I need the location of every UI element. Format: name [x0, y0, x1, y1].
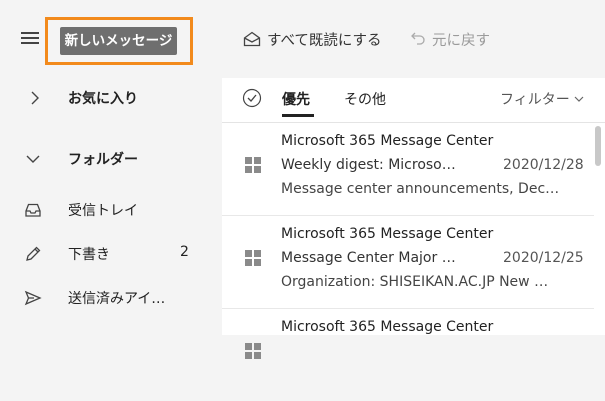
hamburger-menu-icon[interactable]: [21, 32, 39, 45]
sidebar-item-sent[interactable]: 送信済みアイ…: [0, 286, 222, 310]
message-sender: Microsoft 365 Message Center: [281, 319, 494, 335]
chevron-right-icon: [31, 91, 39, 105]
message-subject: Weekly digest: Microso…: [281, 157, 456, 173]
microsoft-logo-icon: [245, 157, 261, 173]
undo-button[interactable]: 元に戻す: [410, 28, 490, 50]
filter-label: フィルター: [500, 92, 570, 108]
inbox-icon: [25, 203, 41, 217]
sidebar-item-label: 受信トレイ: [68, 203, 138, 219]
mark-all-read-button[interactable]: すべて既読にする: [243, 28, 382, 50]
chevron-down-icon: [26, 155, 40, 163]
command-bar: 新しいメッセージ すべて既読にする 元に戻す: [0, 0, 605, 78]
draft-count-badge: 2: [180, 244, 189, 260]
message-sender: Microsoft 365 Message Center: [281, 133, 494, 149]
message-date: 2020/12/28: [503, 157, 584, 173]
message-preview: Organization: SHISEIKAN.AC.JP New …: [281, 274, 549, 290]
filter-button[interactable]: フィルター: [500, 89, 585, 109]
send-icon: [24, 290, 42, 306]
message-sender: Microsoft 365 Message Center: [281, 226, 494, 242]
envelope-open-icon: [243, 31, 261, 47]
sidebar-item-inbox[interactable]: 受信トレイ: [0, 198, 222, 222]
microsoft-logo-icon: [245, 250, 261, 266]
message-subject: Message Center Major …: [281, 250, 456, 266]
folder-pane: お気に入り フォルダー 受信トレイ 下書き 2 送信済みアイ…: [0, 78, 222, 335]
undo-icon: [411, 32, 425, 45]
new-message-button[interactable]: 新しいメッセージ: [60, 27, 177, 55]
tab-other[interactable]: その他: [344, 89, 386, 109]
message-list-scrollbar[interactable]: [595, 126, 601, 166]
message-item[interactable]: Microsoft 365 Message Center: [222, 309, 594, 401]
sidebar-item-drafts[interactable]: 下書き 2: [0, 242, 222, 266]
mark-all-read-label: すべて既読にする: [267, 32, 382, 49]
favorites-group[interactable]: お気に入り: [0, 86, 222, 110]
inbox-tabs: 優先 その他 フィルター: [222, 78, 605, 123]
tab-focused[interactable]: 優先: [282, 89, 310, 109]
folders-group[interactable]: フォルダー: [0, 147, 222, 171]
message-preview: Message center announcements, Dec…: [281, 181, 560, 197]
pencil-icon: [26, 246, 41, 261]
undo-label: 元に戻す: [432, 32, 490, 49]
microsoft-logo-icon: [245, 343, 261, 359]
favorites-label: お気に入り: [68, 91, 138, 107]
message-item[interactable]: Microsoft 365 Message Center Weekly dige…: [222, 123, 594, 216]
message-date: 2020/12/25: [503, 250, 584, 266]
select-all-check-icon[interactable]: [242, 88, 262, 108]
folders-label: フォルダー: [68, 152, 138, 168]
new-message-highlight: 新しいメッセージ: [45, 17, 193, 65]
message-item[interactable]: Microsoft 365 Message Center Message Cen…: [222, 216, 594, 309]
message-list-pane: 優先 その他 フィルター Microsoft 365 Message Cente…: [222, 78, 605, 359]
active-tab-indicator: [282, 114, 314, 117]
sidebar-item-label: 送信済みアイ…: [68, 291, 166, 307]
sidebar-item-label: 下書き: [68, 247, 110, 263]
chevron-down-icon: [574, 96, 584, 102]
